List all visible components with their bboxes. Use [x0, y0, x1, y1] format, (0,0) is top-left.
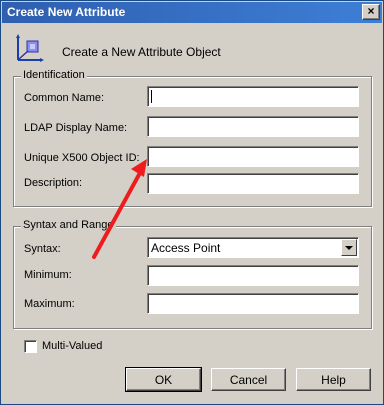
syntax-selected-value: Access Point	[151, 241, 221, 255]
cancel-button[interactable]: Cancel	[211, 368, 286, 391]
ok-button[interactable]: OK	[125, 367, 202, 392]
help-button[interactable]: Help	[296, 368, 371, 391]
x500-object-id-field[interactable]	[147, 146, 359, 167]
create-attribute-dialog: Create New Attribute × Create a New Attr…	[0, 0, 384, 405]
chevron-down-icon[interactable]	[341, 239, 357, 256]
attribute-object-icon	[16, 34, 44, 62]
identification-legend: Identification	[21, 69, 87, 81]
syntax-range-legend: Syntax and Range	[21, 219, 116, 231]
syntax-select[interactable]: Access Point	[147, 237, 359, 258]
minimum-label: Minimum:	[24, 269, 72, 281]
text-caret	[151, 90, 152, 103]
common-name-label: Common Name:	[24, 92, 105, 104]
syntax-label: Syntax:	[24, 243, 61, 255]
maximum-label: Maximum:	[24, 298, 75, 310]
window-title: Create New Attribute	[7, 5, 126, 19]
close-icon: ×	[367, 4, 375, 18]
multi-valued-label[interactable]: Multi-Valued	[42, 340, 102, 352]
title-bar[interactable]: Create New Attribute ×	[2, 2, 382, 23]
ldap-display-name-label: LDAP Display Name:	[24, 122, 128, 134]
ldap-display-name-field[interactable]	[147, 116, 359, 137]
multi-valued-checkbox[interactable]	[24, 340, 37, 353]
common-name-field[interactable]	[147, 86, 359, 107]
close-button[interactable]: ×	[362, 4, 380, 20]
maximum-field[interactable]	[147, 293, 359, 314]
description-label: Description:	[24, 177, 83, 189]
minimum-field[interactable]	[147, 265, 359, 286]
x500-object-id-label: Unique X500 Object ID:	[24, 152, 140, 164]
header-text: Create a New Attribute Object	[62, 45, 221, 59]
description-field[interactable]	[147, 173, 359, 194]
